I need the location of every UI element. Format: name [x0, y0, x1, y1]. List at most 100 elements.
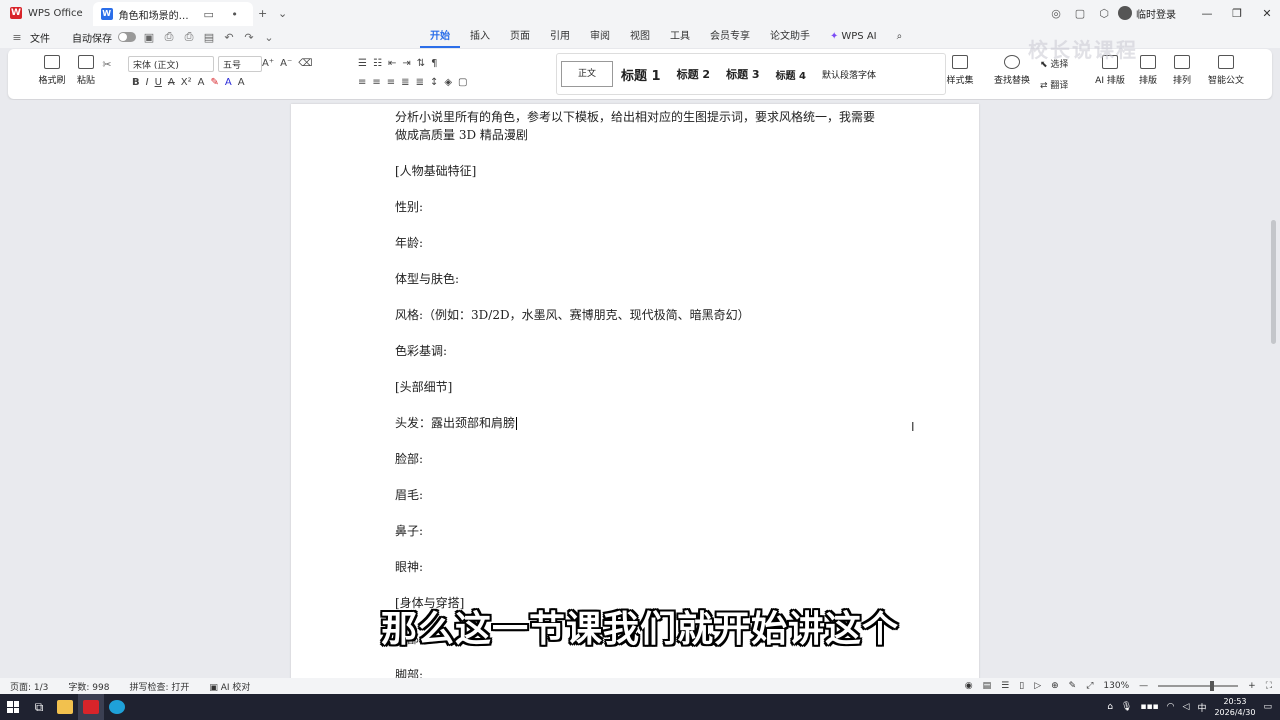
hamburger-menu-icon[interactable]: ≡: [10, 30, 24, 44]
document-area[interactable]: 分析小说里所有的角色，参考以下模板，给出相对应的生图提示词，要求风格统一，我需要…: [0, 100, 1280, 678]
tab-list-chevron-icon[interactable]: ⌄: [273, 3, 293, 23]
superscript-icon[interactable]: X²: [181, 77, 192, 88]
file-explorer-icon[interactable]: [52, 694, 78, 720]
file-menu[interactable]: 文件: [30, 30, 50, 45]
page-view-icon[interactable]: ▤: [983, 681, 992, 691]
style-heading-1[interactable]: 标题 1: [613, 65, 669, 84]
eye-protection-icon[interactable]: ◉: [965, 681, 973, 691]
zoom-level[interactable]: 130%: [1103, 681, 1129, 691]
save-icon[interactable]: ▣: [142, 30, 156, 44]
format-painter-button[interactable]: 格式刷: [34, 53, 70, 86]
align-center-icon[interactable]: ≡: [372, 77, 380, 88]
strikethrough-icon[interactable]: A: [168, 77, 175, 88]
decrease-indent-icon[interactable]: ⇤: [388, 58, 396, 69]
vertical-scrollbar[interactable]: [1271, 220, 1276, 344]
tab-wps-ai[interactable]: ✦ WPS AI: [820, 26, 887, 48]
bold-icon[interactable]: B: [132, 77, 140, 88]
sort-icon[interactable]: ⇅: [417, 58, 425, 69]
distribute-icon[interactable]: ≣: [416, 77, 424, 88]
paste-button[interactable]: 粘贴: [68, 53, 104, 86]
user-login-label[interactable]: 临时登录: [1136, 6, 1176, 21]
print-icon[interactable]: ⎙: [182, 30, 196, 44]
align-right-icon[interactable]: ≡: [387, 77, 395, 88]
underline-icon[interactable]: U: [155, 77, 162, 88]
wifi-icon[interactable]: ◠: [1167, 702, 1175, 712]
tab-references[interactable]: 引用: [540, 26, 580, 48]
ime-indicator[interactable]: 中: [1197, 701, 1206, 714]
export-pdf-icon[interactable]: ⎙: [162, 30, 176, 44]
zoom-in-icon[interactable]: +: [1248, 681, 1256, 691]
align-left-icon[interactable]: ≡: [358, 77, 366, 88]
quick-access-chevron-icon[interactable]: ⌄: [262, 30, 276, 44]
grow-font-icon[interactable]: A⁺: [262, 58, 274, 69]
shrink-font-icon[interactable]: A⁻: [280, 58, 292, 69]
feedback-icon[interactable]: ◎: [1046, 3, 1066, 23]
close-window-icon[interactable]: ✕: [1254, 7, 1280, 20]
highlight-icon[interactable]: ✎: [210, 77, 218, 88]
word-count[interactable]: 字数: 998: [58, 680, 119, 693]
zoom-slider-thumb[interactable]: [1210, 681, 1215, 691]
paragraph-color-tone[interactable]: 色彩基调:: [395, 342, 885, 360]
document-page[interactable]: 分析小说里所有的角色，参考以下模板，给出相对应的生图提示词，要求风格统一，我需要…: [291, 104, 979, 678]
zoom-slider[interactable]: [1158, 681, 1239, 691]
paragraph-nose[interactable]: 鼻子:: [395, 522, 885, 540]
paragraph-style[interactable]: 风格:（例如：3D/2D，水墨风、赛博朋克、现代极简、暗黑奇幻）: [395, 306, 885, 324]
paragraph-hair[interactable]: 头发：露出颈部和肩膀: [395, 414, 885, 432]
tab-view[interactable]: 视图: [620, 26, 660, 48]
numbered-list-icon[interactable]: ☷: [373, 58, 382, 69]
arrange-button[interactable]: 排列: [1166, 53, 1198, 86]
text-effect-icon[interactable]: A: [198, 77, 205, 88]
style-normal[interactable]: 正文: [561, 61, 614, 87]
page-indicator[interactable]: 页面: 1/3: [0, 680, 58, 693]
border-icon[interactable]: ▢: [458, 77, 467, 88]
system-clock[interactable]: 20:53 2026/4/30: [1214, 696, 1255, 718]
wps-taskbar-icon[interactable]: [78, 694, 104, 720]
search-icon[interactable]: ⌕: [887, 26, 913, 48]
tab-monitor-icon[interactable]: ▭: [199, 4, 219, 24]
paragraph-age[interactable]: 年龄:: [395, 234, 885, 252]
smart-doc-button[interactable]: 智能公文: [1204, 53, 1248, 86]
outline-view-icon[interactable]: ☰: [1001, 681, 1009, 691]
translate-button[interactable]: ⇄ 翻译: [1040, 78, 1068, 91]
style-set-button[interactable]: 样式集: [940, 53, 980, 86]
task-view-icon[interactable]: ⧉: [26, 694, 52, 720]
cube-icon[interactable]: ⬡: [1094, 3, 1114, 23]
tray-apps-icon[interactable]: ▪▪▪: [1140, 702, 1158, 712]
redo-icon[interactable]: ↷: [242, 30, 256, 44]
paragraph-feet[interactable]: 脚部:: [395, 666, 885, 678]
style-default-font[interactable]: 默认段落字体: [814, 68, 884, 81]
undo-icon[interactable]: ↶: [222, 30, 236, 44]
play-icon[interactable]: ▷: [1034, 681, 1041, 691]
style-heading-2[interactable]: 标题 2: [669, 66, 718, 82]
start-button[interactable]: [0, 694, 26, 720]
wps-home-tab[interactable]: W WPS Office: [0, 0, 93, 26]
new-tab-icon[interactable]: +: [253, 3, 273, 23]
paragraph-section-head[interactable]: [头部细节]: [395, 378, 885, 396]
tab-member[interactable]: 会员专享: [700, 26, 760, 48]
pen-icon[interactable]: ✎: [1069, 681, 1077, 691]
tab-review[interactable]: 审阅: [580, 26, 620, 48]
bullet-list-icon[interactable]: ☰: [358, 58, 367, 69]
line-spacing-icon[interactable]: ↕: [430, 77, 438, 88]
increase-indent-icon[interactable]: ⇥: [402, 58, 410, 69]
notification-icon[interactable]: ▭: [1263, 702, 1272, 712]
tab-paper-assistant[interactable]: 论文助手: [760, 26, 820, 48]
italic-icon[interactable]: I: [146, 77, 149, 88]
font-name-select[interactable]: 宋体 (正文): [128, 56, 214, 72]
volume-icon[interactable]: ◁: [1183, 702, 1190, 712]
edge-browser-icon[interactable]: [104, 694, 130, 720]
window-icon[interactable]: ▢: [1070, 3, 1090, 23]
paragraph-gender[interactable]: 性别:: [395, 198, 885, 216]
autosave-toggle[interactable]: [118, 32, 136, 42]
tab-tools[interactable]: 工具: [660, 26, 700, 48]
web-view-icon[interactable]: ⊕: [1051, 681, 1059, 691]
document-tab[interactable]: W 角色和场景的完整提示词.docx ▭ •: [92, 2, 253, 26]
network-icon[interactable]: ⌂: [1107, 702, 1113, 712]
font-color-icon[interactable]: A: [225, 77, 232, 88]
tab-close-icon[interactable]: •: [225, 4, 245, 24]
paragraph-eyes[interactable]: 眼神:: [395, 558, 885, 576]
print-preview-icon[interactable]: ▤: [202, 30, 216, 44]
ai-proofread-button[interactable]: ▣ AI 校对: [199, 680, 260, 693]
font-size-select[interactable]: 五号: [218, 56, 262, 72]
justify-icon[interactable]: ≣: [401, 77, 409, 88]
